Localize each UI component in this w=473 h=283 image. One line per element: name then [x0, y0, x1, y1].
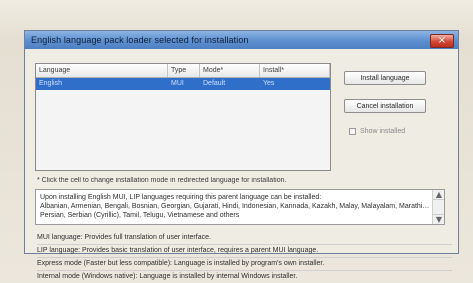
window-titlebar: English language pack loader selected fo…	[25, 31, 458, 49]
show-installed-checkbox[interactable]	[349, 127, 356, 135]
close-button[interactable]: ×	[430, 34, 454, 48]
list-body: English MUI Default Yes	[36, 78, 330, 170]
cell-language: English	[39, 80, 62, 87]
install-language-button[interactable]: Install language	[344, 71, 426, 85]
column-header-type[interactable]: Type	[168, 64, 200, 77]
definition-lip: LIP language: Provides basic translation…	[37, 247, 319, 254]
close-icon: ×	[437, 35, 447, 46]
cancel-installation-button[interactable]: Cancel installation	[344, 99, 426, 113]
info-line-1: Upon installing English MUI, LIP languag…	[40, 194, 322, 201]
show-installed-option[interactable]: Show installed	[349, 125, 447, 137]
cell-install[interactable]: Yes	[260, 78, 330, 90]
install-mode-hint: * Click the cell to change installation …	[37, 177, 287, 184]
definition-express-mode: Express mode (Faster but less compatible…	[37, 260, 325, 267]
table-row[interactable]: English MUI Default Yes	[36, 78, 330, 90]
info-line-3: Persian, Serbian (Cyrillic), Tamil, Telu…	[40, 212, 240, 219]
column-header-mode[interactable]: Mode*	[200, 64, 260, 77]
column-header-install[interactable]: Install*	[260, 64, 330, 77]
column-header-language[interactable]: Language	[36, 64, 168, 77]
language-list[interactable]: Language Type Mode* Install* English MUI…	[35, 63, 331, 171]
dependency-info-box: Upon installing English MUI, LIP languag…	[35, 189, 445, 225]
list-header: Language Type Mode* Install*	[36, 64, 330, 78]
info-line-2: Albanian, Armenian, Bengali, Bosnian, Ge…	[40, 203, 430, 210]
language-installer-dialog: English language pack loader selected fo…	[24, 30, 459, 280]
show-installed-label: Show installed	[360, 127, 406, 135]
scroll-down-icon[interactable]: ▼	[433, 214, 444, 224]
definition-mui: MUI language: Provides full translation …	[37, 234, 211, 241]
dialog-content: Language Type Mode* Install* English MUI…	[25, 49, 458, 280]
window-title: English language pack loader selected fo…	[31, 35, 249, 45]
cell-type: MUI	[171, 80, 184, 87]
definitions-list: MUI language: Provides full translation …	[37, 232, 452, 282]
photo-background: English language pack loader selected fo…	[0, 0, 473, 283]
scroll-up-icon[interactable]: ▲	[433, 190, 444, 200]
cell-mode[interactable]: Default	[200, 78, 260, 90]
definition-internal-mode: Internal mode (Windows native): Language…	[37, 273, 298, 280]
info-scrollbar[interactable]: ▲ ▼	[432, 190, 444, 224]
